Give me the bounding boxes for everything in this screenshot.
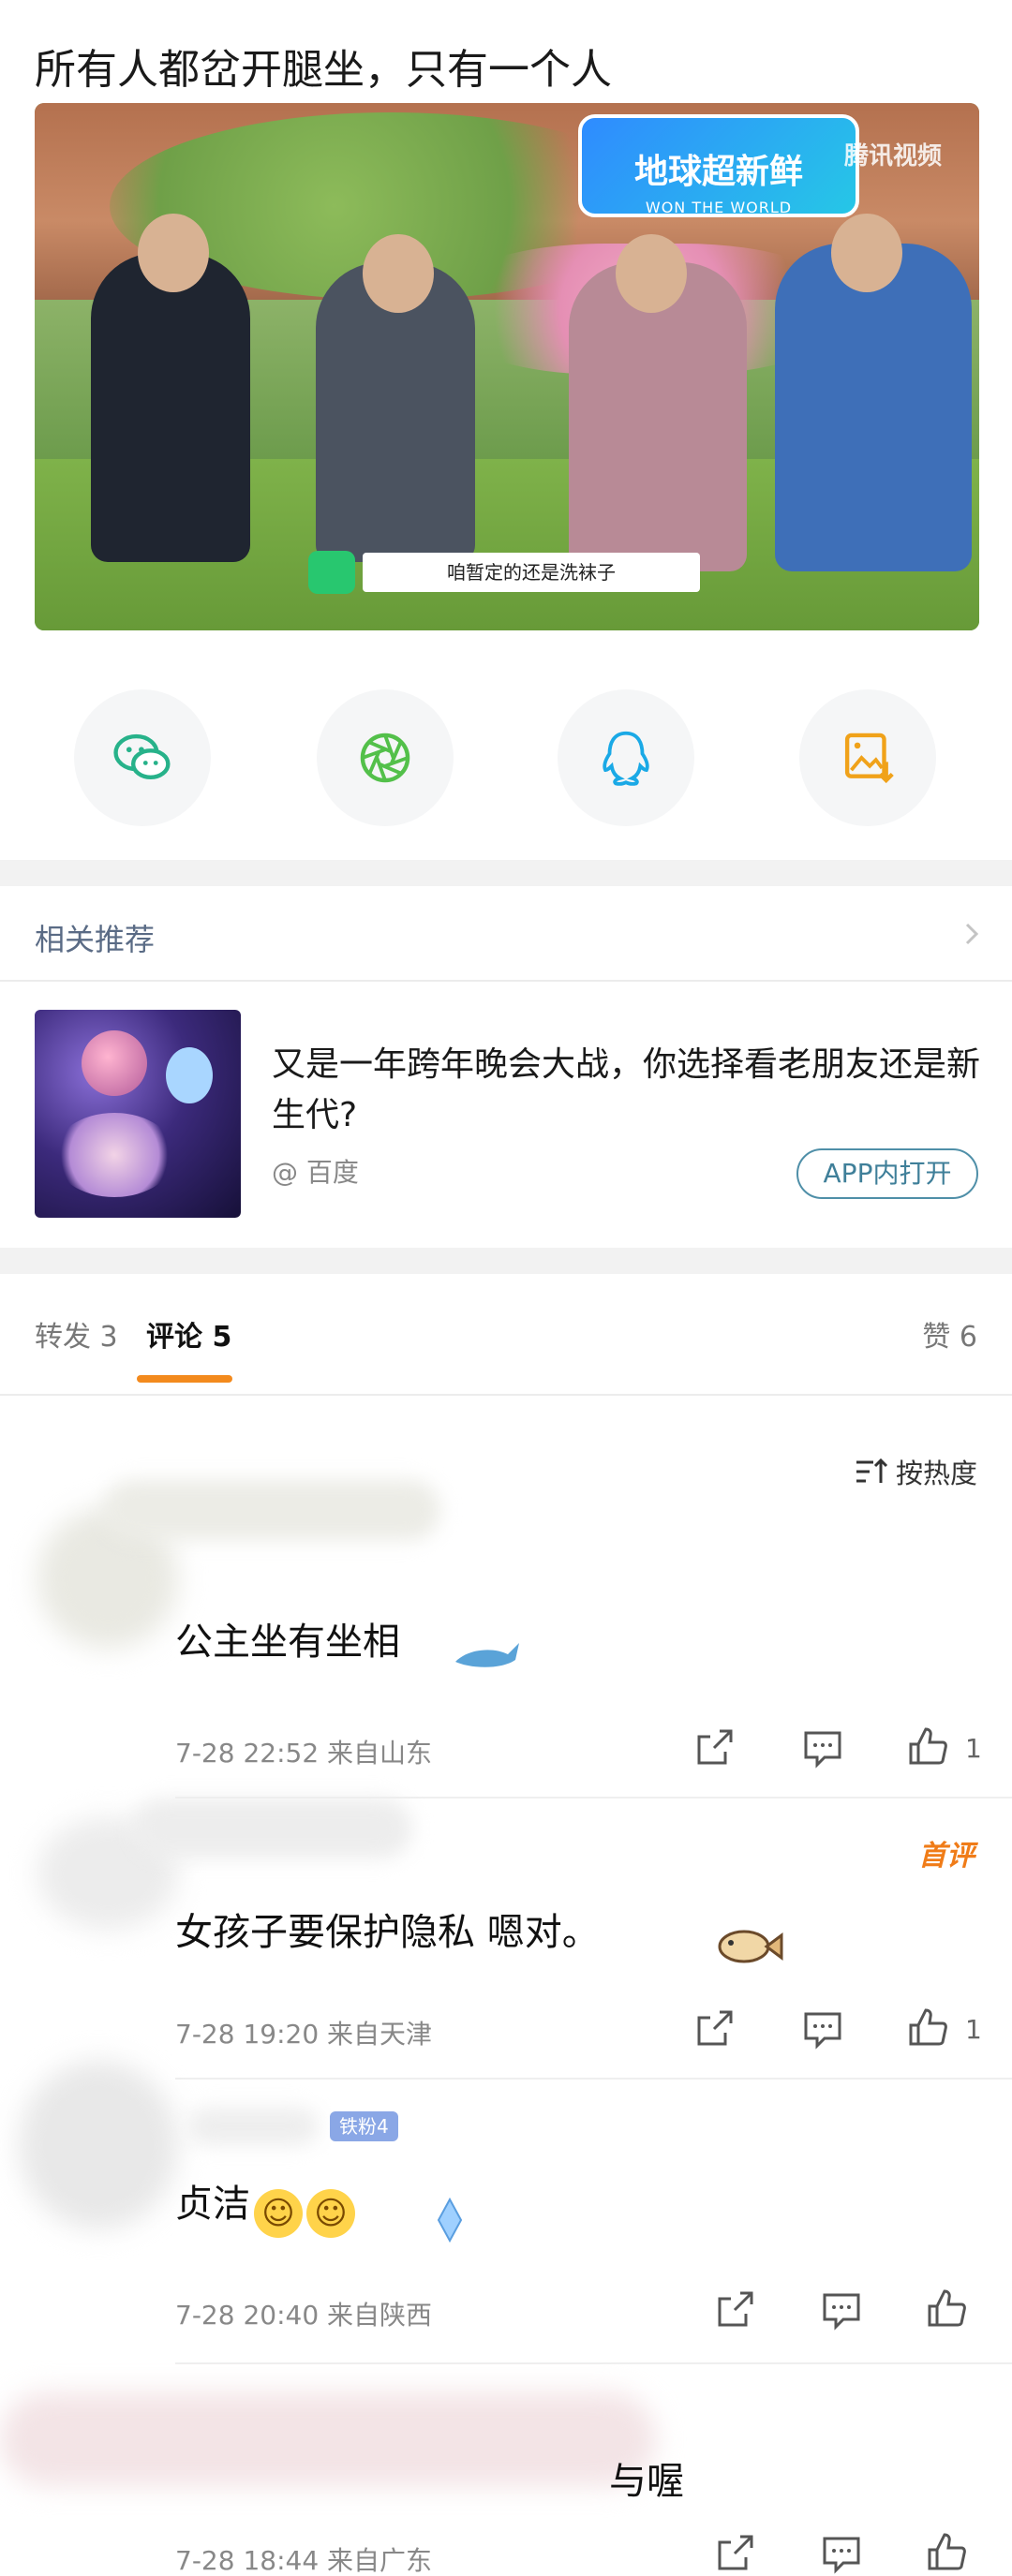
video-subtitle: 咱暂定的还是洗袜子 [363,553,700,592]
comment-text: 贞洁 ☺ ☺ [175,2173,355,2238]
open-in-app-button[interactable]: APP内打开 [796,1148,978,1199]
fish-sticker-icon [718,1930,783,1963]
person-1-head [138,214,209,292]
person-3-head [616,234,687,313]
reply-icon[interactable] [819,2287,864,2332]
like-icon[interactable] [905,1724,950,1769]
like-icon[interactable] [924,2529,969,2574]
first-comment-badge: 首评 [918,1840,975,1873]
active-tab-indicator [137,1375,232,1383]
comment-meta: 7-28 22:52 来自山东 [175,1738,433,1769]
recommendation-source: @ 百度 [272,1157,359,1188]
share-icon[interactable] [712,2287,757,2332]
username[interactable] [131,1799,412,1858]
person-4 [775,244,972,571]
subtitle-speaker-icon [308,551,355,594]
person-2-head [363,234,434,313]
comment-meta: 7-28 18:44 来自广东 [175,2545,433,2576]
comment-text: 女孩子要保护隐私 嗯对。 [175,1911,600,1954]
tab-like[interactable]: 赞 6 [922,1313,977,1355]
qq-icon [603,731,649,786]
video-player[interactable]: 地球超新鲜 WON THE WORLD 腾讯视频 咱暂定的还是洗袜子 [35,103,979,630]
fan-level-badge: 铁粉4 [330,2111,398,2141]
chevron-right-icon [965,923,979,945]
section-divider [0,1248,1012,1274]
tab-repost[interactable]: 转发 3 [35,1313,118,1355]
person-1 [91,253,250,562]
comment-text-content: 贞洁 [175,2183,250,2226]
thumbnail-figure [53,1113,175,1197]
avatar[interactable] [0,2392,656,2486]
recommendation-thumbnail [35,1010,241,1218]
share-icon[interactable] [712,2531,757,2576]
person-4-head [831,214,902,292]
reply-icon[interactable] [819,2531,864,2576]
video-watermark: 腾讯视频 [843,142,942,170]
related-title: 相关推荐 [35,922,156,957]
post-title: 所有人都岔开腿坐，只有一个人 [35,46,612,94]
recommendation-headline: 又是一年跨年晚会大战，你选择看老朋友还是新生代? [272,1045,981,1134]
like-icon[interactable] [924,2286,969,2331]
comment-item[interactable]: 与喔 7-28 18:44 来自广东 [0,2364,1012,2576]
related-header[interactable]: 相关推荐 [0,888,1012,982]
thumbnail-moon [82,1030,147,1096]
avatar[interactable] [19,2061,178,2229]
share-wechat-button[interactable] [74,689,211,826]
save-image-icon [844,733,894,784]
grin-emoji-icon: ☺ [306,2189,355,2238]
grin-emoji-icon: ☺ [254,2189,303,2238]
sparkle-sticker-icon [437,2197,463,2243]
username[interactable] [187,2108,319,2145]
comment-item[interactable]: 公主坐有坐相 7-28 22:52 来自山东 1 [0,1471,1012,1780]
show-logo-subtext: WON THE WORLD [645,199,793,216]
comment-text: 公主坐有坐相 [175,1621,400,1664]
share-row [0,689,1012,830]
wechat-icon [113,733,171,779]
show-logo: 地球超新鲜 WON THE WORLD [578,114,859,217]
moments-icon [360,733,410,783]
interaction-tabs: 转发 3 评论 5 赞 6 [0,1274,1012,1396]
section-divider [0,860,1012,886]
like-count: 1 [965,1733,982,1764]
show-logo-text: 地球超新鲜 [633,153,803,191]
comment-text: 与喔 [609,2460,684,2503]
share-icon[interactable] [692,1725,737,1770]
share-moments-button[interactable] [317,689,454,826]
comment-item[interactable]: 铁粉4 贞洁 ☺ ☺ 7-28 20:40 来自陕西 [0,2033,1012,2342]
recommendation-card[interactable]: 又是一年跨年晚会大战，你选择看老朋友还是新生代? @ 百度 APP内打开 [0,984,1012,1227]
save-image-button[interactable] [799,689,936,826]
whale-sticker-icon [455,1643,519,1667]
thumbnail-astronaut [166,1047,213,1103]
tab-comment[interactable]: 评论 5 [146,1313,231,1355]
comment-meta: 7-28 20:40 来自陕西 [175,2300,433,2331]
username[interactable] [103,1480,440,1540]
share-qq-button[interactable] [558,689,694,826]
reply-icon[interactable] [800,1725,845,1770]
